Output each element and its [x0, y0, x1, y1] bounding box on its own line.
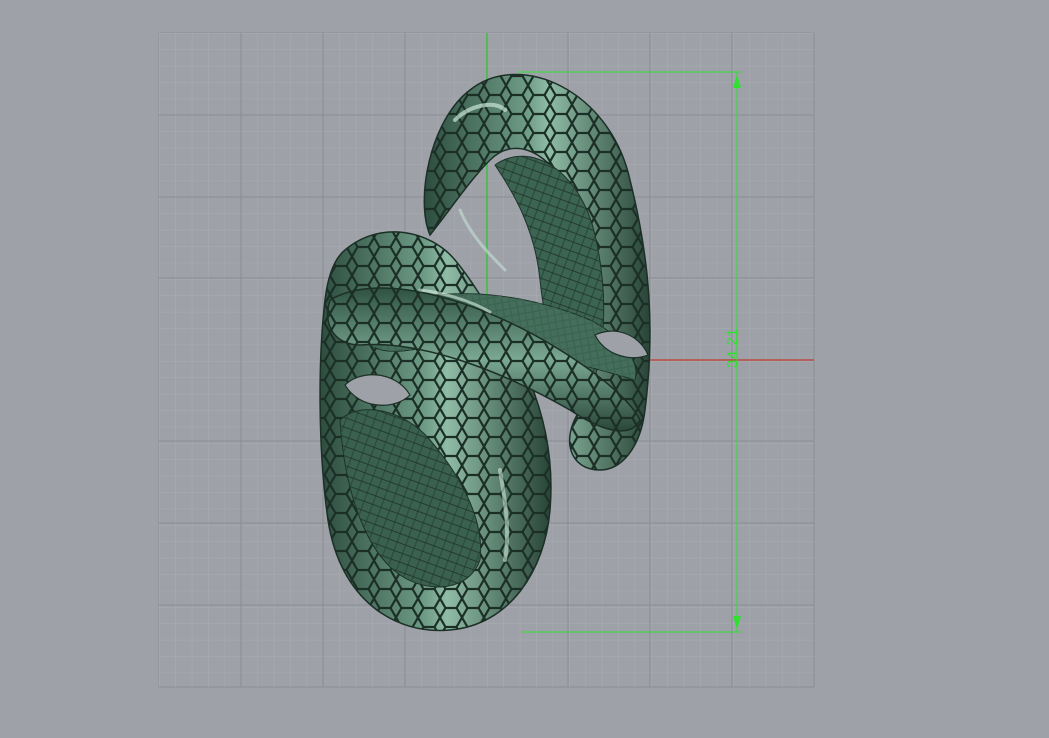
- top-viewport[interactable]: 34.21: [0, 0, 1049, 738]
- viewport-canvas[interactable]: [0, 0, 1049, 738]
- dimension-value-label[interactable]: 34.21: [723, 327, 743, 369]
